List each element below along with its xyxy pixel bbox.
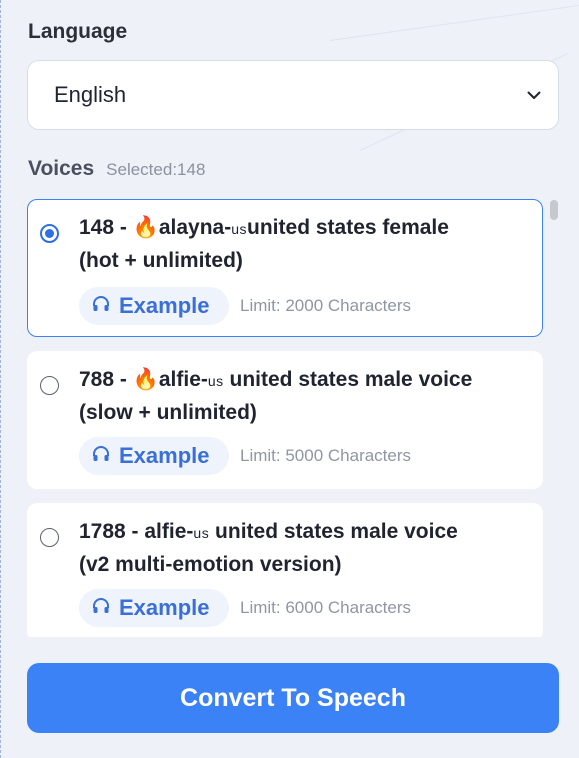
voice-radio-148[interactable]: [40, 224, 59, 243]
character-limit: Limit: 2000 Characters: [240, 296, 412, 315]
voice-id: 148 -: [79, 216, 133, 239]
voice-region: us: [193, 525, 210, 541]
voice-radio-1788[interactable]: [40, 528, 59, 547]
voice-subtitle: (hot + unlimited): [79, 249, 243, 272]
voice-description: united states female: [247, 216, 449, 239]
fire-icon: 🔥: [132, 368, 159, 391]
chevron-down-icon: [526, 87, 542, 103]
voice-card-788[interactable]: 788 - 🔥alfie-us united states male voice…: [27, 351, 543, 489]
left-guide-line: [0, 0, 1, 758]
voice-region: us: [207, 373, 224, 389]
headphones-icon: [91, 444, 111, 469]
language-label: Language: [28, 20, 128, 43]
voice-region: us: [231, 221, 248, 237]
fire-icon: 🔥: [132, 216, 159, 239]
voice-title: 788 - 🔥alfie-us united states male voice…: [79, 364, 529, 428]
voice-description: united states male voice: [223, 368, 473, 391]
voice-card-1788[interactable]: 1788 - alfie-us united states male voice…: [27, 503, 543, 637]
language-selected-value: English: [54, 82, 127, 107]
voice-id: 788 -: [79, 368, 133, 391]
voice-radio-788[interactable]: [40, 376, 59, 395]
convert-to-speech-button[interactable]: Convert To Speech: [27, 663, 559, 733]
voice-id: 1788 - alfie-: [79, 520, 194, 543]
voices-selected-count: Selected:148: [106, 160, 206, 179]
example-button[interactable]: Example: [79, 287, 229, 325]
background-line: [329, 3, 579, 41]
headphones-icon: [91, 596, 111, 621]
example-label: Example: [119, 443, 210, 468]
voice-name: alfie-: [158, 368, 208, 391]
example-button[interactable]: Example: [79, 437, 229, 475]
voice-name: alayna-: [158, 216, 232, 239]
voice-list-scrollbar[interactable]: [550, 200, 558, 220]
voice-title: 1788 - alfie-us united states male voice…: [79, 516, 529, 580]
character-limit: Limit: 5000 Characters: [240, 446, 412, 465]
headphones-icon: [91, 294, 111, 319]
example-button[interactable]: Example: [79, 589, 229, 627]
character-limit: Limit: 6000 Characters: [240, 598, 412, 617]
example-label: Example: [119, 595, 210, 620]
voice-subtitle: (slow + unlimited): [79, 401, 257, 424]
example-label: Example: [119, 293, 210, 318]
voices-header: Voices Selected:148: [28, 157, 205, 181]
voice-subtitle: (v2 multi-emotion version): [79, 553, 342, 576]
voice-description: united states male voice: [209, 520, 458, 543]
language-select[interactable]: English: [27, 60, 559, 130]
voices-title: Voices: [28, 157, 95, 180]
voice-card-148[interactable]: 148 - 🔥alayna-usunited states female (ho…: [27, 199, 543, 337]
voice-list[interactable]: 148 - 🔥alayna-usunited states female (ho…: [27, 197, 544, 637]
voice-title: 148 - 🔥alayna-usunited states female (ho…: [79, 212, 529, 276]
